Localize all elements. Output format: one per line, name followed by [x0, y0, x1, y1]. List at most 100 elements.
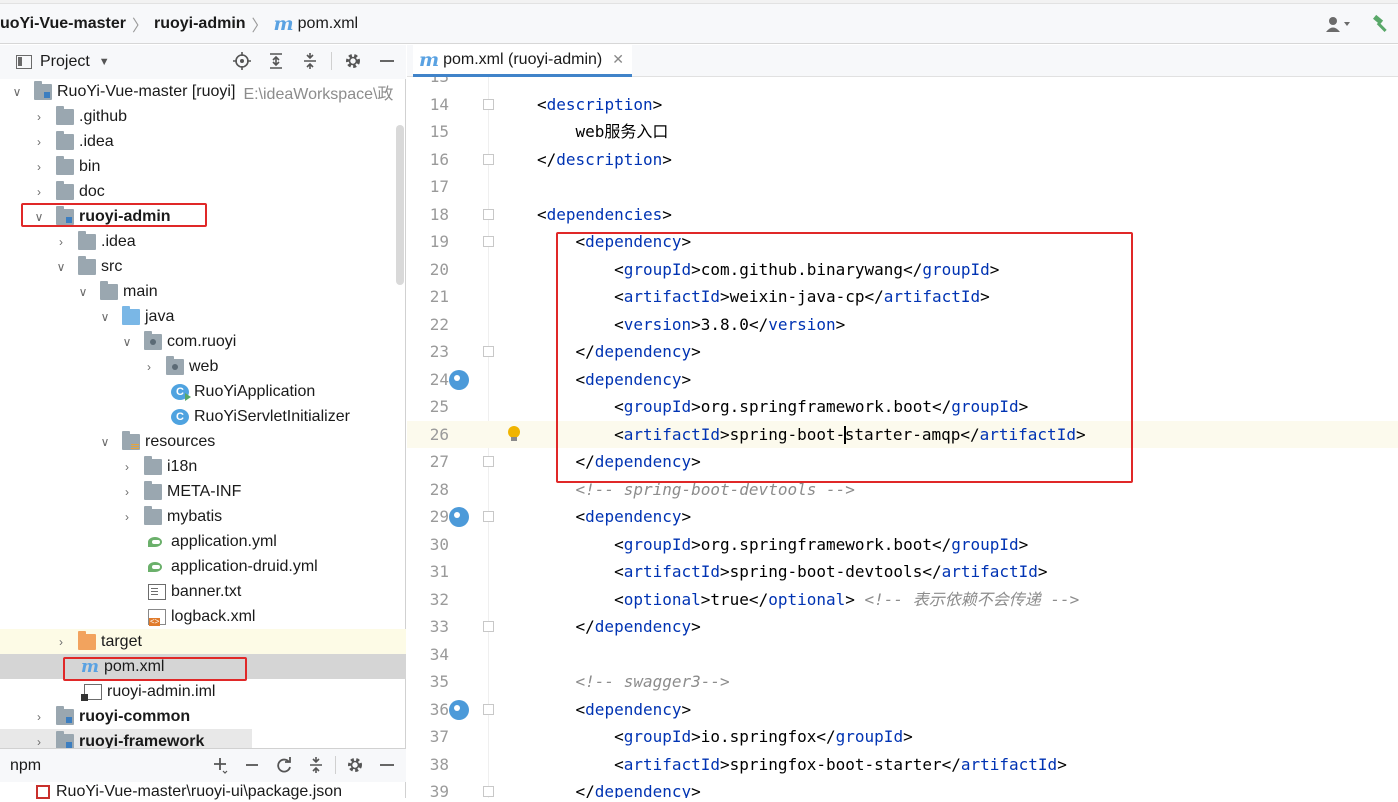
npm-package-item[interactable]: RuoYi-Vue-master\ruoyi-ui\package.json	[0, 782, 406, 802]
chevron-right-icon[interactable]: ›	[28, 704, 50, 729]
code-line[interactable]: 33 </dependency>	[407, 613, 1398, 641]
collapse-all-icon[interactable]	[307, 756, 325, 774]
code-line[interactable]: 16 </description>	[407, 146, 1398, 174]
code-line[interactable]: 31 <artifactId>spring-boot-devtools</art…	[407, 558, 1398, 586]
refresh-icon[interactable]	[275, 756, 293, 774]
tree-node-admin-idea[interactable]: › .idea	[0, 229, 406, 254]
code-line[interactable]: 13	[407, 77, 1398, 91]
tree-node-com-ruoyi[interactable]: ∨ com.ruoyi	[0, 329, 406, 354]
user-account-icon[interactable]	[1324, 15, 1354, 33]
code-line[interactable]: 15 web服务入口	[407, 118, 1398, 146]
tree-node-main[interactable]: ∨ main	[0, 279, 406, 304]
tree-node-web[interactable]: › web	[0, 354, 406, 379]
chevron-down-icon[interactable]: ∨	[116, 329, 138, 354]
code-line[interactable]: 37 <groupId>io.springfox</groupId>	[407, 723, 1398, 751]
tree-node-pom-xml[interactable]: m pom.xml	[0, 654, 406, 679]
tree-node-ruoyi-framework[interactable]: › ruoyi-framework	[0, 729, 252, 749]
code-line[interactable]: 30 <groupId>org.springframework.boot</gr…	[407, 531, 1398, 559]
chevron-right-icon[interactable]: ›	[28, 129, 50, 154]
code-line[interactable]: 24 <dependency>	[407, 366, 1398, 394]
code-line[interactable]: 17	[407, 173, 1398, 201]
remove-icon[interactable]	[243, 756, 261, 774]
tree-node-logback-xml[interactable]: logback.xml	[0, 604, 406, 629]
code-area[interactable]: 13 14 <description> 15 web服务入口 16 </descripti…	[407, 77, 1398, 798]
chevron-right-icon[interactable]: ›	[138, 354, 160, 379]
minimize-icon[interactable]	[378, 756, 396, 774]
chevron-right-icon[interactable]: ›	[50, 229, 72, 254]
tree-node-src[interactable]: ∨ src	[0, 254, 406, 279]
fold-marker-icon[interactable]	[483, 786, 494, 797]
dependency-override-icon[interactable]	[449, 369, 469, 390]
tree-node-banner-txt[interactable]: banner.txt	[0, 579, 406, 604]
collapse-all-icon[interactable]	[301, 52, 319, 70]
code-line[interactable]: 35 <!-- swagger3-->	[407, 668, 1398, 696]
code-line[interactable]: 34	[407, 641, 1398, 669]
tree-node-idea[interactable]: › .idea	[0, 129, 406, 154]
tree-node-resources[interactable]: ∨ resources	[0, 429, 406, 454]
breadcrumb-module[interactable]: ruoyi-admin	[154, 15, 246, 33]
minimize-icon[interactable]	[378, 52, 396, 70]
chevron-right-icon[interactable]: ›	[116, 454, 138, 479]
code-line[interactable]: 38 <artifactId>springfox-boot-starter</a…	[407, 751, 1398, 779]
tree-node-java[interactable]: ∨ java	[0, 304, 406, 329]
code-line[interactable]: 25 <groupId>org.springframework.boot</gr…	[407, 393, 1398, 421]
npm-panel-title[interactable]: npm	[10, 757, 41, 775]
expand-all-icon[interactable]	[267, 52, 285, 70]
code-line[interactable]: 14 <description>	[407, 91, 1398, 119]
chevron-right-icon[interactable]: ›	[28, 104, 50, 129]
tree-node-target[interactable]: › target	[0, 629, 406, 654]
chevron-down-icon[interactable]: ∨	[6, 79, 28, 104]
dependency-override-icon[interactable]	[449, 699, 469, 720]
project-panel-title[interactable]: Project	[40, 53, 90, 71]
chevron-right-icon[interactable]: ›	[28, 179, 50, 204]
chevron-down-icon[interactable]: ∨	[94, 429, 116, 454]
tab-pom-xml[interactable]: m pom.xml (ruoyi-admin) ✕	[413, 45, 632, 77]
code-line[interactable]: 23 </dependency>	[407, 338, 1398, 366]
chevron-down-icon[interactable]: ∨	[94, 304, 116, 329]
code-line[interactable]: 26 <artifactId>spring-boot-starter-amqp<…	[407, 420, 1398, 448]
fold-marker-icon[interactable]	[483, 98, 494, 110]
tree-node-ruoyi-common[interactable]: › ruoyi-common	[0, 704, 406, 729]
code-line[interactable]: 29 <dependency>	[407, 503, 1398, 531]
code-line[interactable]: 36 <dependency>	[407, 696, 1398, 724]
chevron-down-icon[interactable]: ∨	[50, 254, 72, 279]
tree-node-ruoyi-admin-iml[interactable]: ruoyi-admin.iml	[0, 679, 406, 704]
chevron-down-icon[interactable]: ∨	[28, 204, 50, 229]
chevron-right-icon[interactable]: ›	[28, 729, 50, 749]
chevron-right-icon[interactable]: ›	[50, 629, 72, 654]
dependency-override-icon[interactable]	[449, 507, 469, 527]
fold-marker-icon[interactable]	[483, 346, 494, 357]
tree-node-mybatis[interactable]: › mybatis	[0, 504, 406, 529]
gear-icon[interactable]	[344, 52, 362, 70]
tree-node-application-yml[interactable]: application.yml	[0, 529, 406, 554]
fold-marker-icon[interactable]	[483, 208, 494, 220]
fold-marker-icon[interactable]	[483, 621, 494, 632]
fold-marker-icon[interactable]	[483, 703, 494, 715]
tree-node-bin[interactable]: › bin	[0, 154, 406, 179]
fold-marker-icon[interactable]	[483, 511, 494, 522]
gear-icon[interactable]	[346, 756, 364, 774]
chevron-down-icon[interactable]: ∨	[72, 279, 94, 304]
close-icon[interactable]: ✕	[612, 51, 624, 68]
tree-node-meta-inf[interactable]: › META-INF	[0, 479, 406, 504]
chevron-right-icon[interactable]: ›	[28, 154, 50, 179]
chevron-right-icon[interactable]: ›	[116, 479, 138, 504]
code-line[interactable]: 32 <optional>true</optional> <!-- 表示依赖不会…	[407, 586, 1398, 614]
code-line[interactable]: 21 <artifactId>weixin-java-cp</artifactI…	[407, 283, 1398, 311]
build-hammer-icon[interactable]	[1372, 14, 1392, 34]
code-line[interactable]: 39 </dependency>	[407, 778, 1398, 798]
code-line[interactable]: 20 <groupId>com.github.binarywang</group…	[407, 256, 1398, 284]
fold-marker-icon[interactable]	[483, 456, 494, 467]
breadcrumb-root[interactable]: uoYi-Vue-master	[0, 15, 126, 33]
tree-node-i18n[interactable]: › i18n	[0, 454, 406, 479]
code-line[interactable]: 27 </dependency>	[407, 448, 1398, 476]
locate-target-icon[interactable]	[233, 52, 251, 70]
fold-marker-icon[interactable]	[483, 153, 494, 165]
code-line[interactable]: 22 <version>3.8.0</version>	[407, 311, 1398, 339]
add-icon[interactable]	[211, 756, 229, 774]
tree-node-ruoyiservletinitializer[interactable]: C RuoYiServletInitializer	[0, 404, 406, 429]
code-line[interactable]: 28 <!-- spring-boot-devtools -->	[407, 476, 1398, 504]
tree-node-ruoyi-admin[interactable]: ∨ ruoyi-admin	[0, 204, 406, 229]
tree-node-ruoyiapplication[interactable]: C RuoYiApplication	[0, 379, 406, 404]
code-line[interactable]: 19 <dependency>	[407, 228, 1398, 256]
